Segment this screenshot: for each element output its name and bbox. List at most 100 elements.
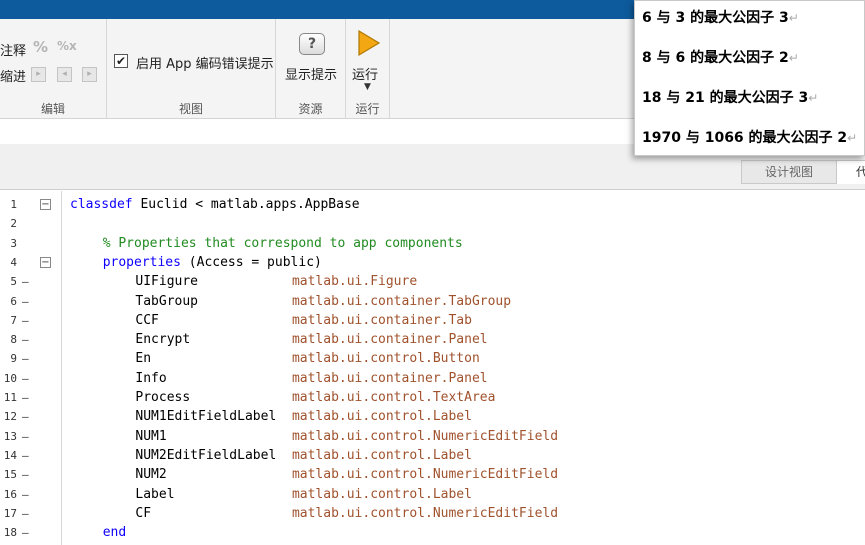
code-token: classdef bbox=[70, 197, 133, 212]
code-token: NUM1 bbox=[135, 428, 292, 444]
code-token: NUM2 bbox=[135, 467, 292, 483]
line-number: 17 bbox=[3, 506, 17, 520]
code-line[interactable]: 18– end bbox=[0, 523, 865, 542]
code-line[interactable]: 7– CCF matlab.ui.container.Tab bbox=[0, 311, 865, 330]
line-number: 18 bbox=[3, 526, 17, 540]
decrease-indent-icon[interactable]: ◂ bbox=[57, 67, 72, 82]
code-text: NUM1 matlab.ui.control.NumericEditField bbox=[135, 427, 558, 446]
code-line[interactable]: 11– Process matlab.ui.control.TextArea bbox=[0, 388, 865, 407]
output-line: 18 与 21 的最大公因子 3↵ bbox=[642, 90, 819, 106]
code-line[interactable]: 9– En matlab.ui.control.Button bbox=[0, 349, 865, 368]
code-line[interactable]: 14– NUM2EditFieldLabel matlab.ui.control.… bbox=[0, 446, 865, 465]
breakpoint-marker[interactable]: – bbox=[22, 349, 29, 368]
code-text: properties (Access = public) bbox=[103, 253, 322, 272]
chevron-down-icon[interactable]: ▼ bbox=[364, 82, 371, 92]
breakpoint-marker[interactable]: – bbox=[22, 446, 29, 465]
breakpoint-marker[interactable]: – bbox=[22, 523, 29, 542]
edit-section: 注释 % %x 缩进 ▸ ◂ ▸ 编辑 bbox=[0, 19, 107, 119]
code-text: NUM1EditFieldLabel matlab.ui.control.Lab… bbox=[135, 407, 472, 426]
show-hints-button[interactable]: ? 显示提示 bbox=[283, 27, 339, 93]
code-text: CF matlab.ui.control.NumericEditField bbox=[135, 504, 558, 523]
breakpoint-marker[interactable]: – bbox=[22, 407, 29, 426]
code-token: % Properties that correspond to app comp… bbox=[102, 235, 463, 251]
code-token: CF bbox=[135, 505, 292, 521]
fold-collapse-icon[interactable]: − bbox=[40, 256, 51, 268]
increase-indent-icon[interactable]: ▸ bbox=[82, 67, 97, 82]
code-line[interactable]: 1 − classdef Euclid < matlab.apps.AppBase bbox=[0, 195, 865, 214]
code-editor[interactable]: 1 − classdef Euclid < matlab.apps.AppBase 2… bbox=[0, 191, 865, 545]
comment-label[interactable]: 注释 bbox=[0, 40, 26, 59]
line-number: 13 bbox=[3, 429, 17, 443]
fold-collapse-icon[interactable]: − bbox=[40, 199, 51, 210]
line-number: 5 bbox=[10, 275, 17, 289]
code-line[interactable]: 16– Label matlab.ui.control.Label bbox=[0, 485, 865, 504]
code-token: NUM1EditFieldLabel bbox=[135, 409, 292, 425]
resources-section-label: 资源 bbox=[298, 102, 323, 116]
breakpoint-marker[interactable]: – bbox=[22, 369, 29, 388]
code-line[interactable]: 17– CF matlab.ui.control.NumericEditField bbox=[0, 504, 865, 523]
indent-label[interactable]: 缩进 bbox=[0, 66, 26, 85]
comment-percent-icon[interactable]: % bbox=[33, 38, 48, 56]
breakpoint-marker[interactable]: – bbox=[22, 504, 29, 523]
line-number: 3 bbox=[10, 236, 17, 250]
output-line: 8 与 6 的最大公因子 2↵ bbox=[642, 50, 799, 66]
line-number: 12 bbox=[3, 410, 17, 424]
breakpoint-marker[interactable]: – bbox=[22, 485, 29, 504]
breakpoint-marker[interactable]: – bbox=[22, 272, 29, 291]
code-token: matlab.ui.control.NumericEditField bbox=[291, 428, 559, 444]
enable-app-error-label[interactable]: 启用 App 编码错误提示 bbox=[136, 53, 274, 72]
tab-design-view[interactable]: 设计视图 bbox=[741, 160, 837, 184]
code-text: Label matlab.ui.control.Label bbox=[135, 485, 472, 504]
breakpoint-marker[interactable]: – bbox=[22, 427, 29, 446]
line-number: 11 bbox=[3, 391, 17, 404]
run-play-icon bbox=[358, 29, 381, 57]
line-number: 8 bbox=[10, 333, 17, 347]
code-line[interactable]: 8– Encrypt matlab.ui.container.Panel bbox=[0, 330, 865, 349]
breakpoint-marker[interactable]: – bbox=[22, 292, 29, 311]
code-token: Label bbox=[135, 486, 292, 502]
line-number: 1 bbox=[10, 198, 17, 211]
code-token: matlab.ui.control.TextArea bbox=[291, 390, 496, 405]
code-line[interactable]: 5– UIFigure matlab.ui.Figure bbox=[0, 272, 865, 291]
line-number: 2 bbox=[10, 217, 17, 231]
code-token: Euclid < matlab.apps.AppBase bbox=[132, 197, 360, 212]
code-text: % Properties that correspond to app comp… bbox=[103, 234, 463, 253]
code-line[interactable]: 2 bbox=[0, 214, 865, 233]
tab-code-view[interactable]: 代码视图 bbox=[836, 160, 865, 184]
smart-indent-icon[interactable]: ▸ bbox=[31, 67, 46, 82]
code-token: matlab.ui.Figure bbox=[291, 274, 418, 290]
breakpoint-marker[interactable]: – bbox=[22, 465, 29, 484]
line-number: 7 bbox=[10, 313, 17, 327]
code-text: Info matlab.ui.container.Panel bbox=[135, 369, 487, 388]
run-section-label: 运行 bbox=[355, 102, 380, 116]
code-token: matlab.ui.control.Label bbox=[291, 409, 472, 425]
show-hints-label: 显示提示 bbox=[285, 68, 338, 83]
line-number: 14 bbox=[3, 448, 17, 462]
output-line: 6 与 3 的最大公因子 3↵ bbox=[642, 10, 799, 26]
breakpoint-marker[interactable]: – bbox=[22, 388, 29, 407]
code-token: matlab.ui.control.NumericEditField bbox=[291, 467, 559, 483]
code-token: matlab.ui.container.Panel bbox=[291, 332, 488, 348]
run-label: 运行 bbox=[352, 68, 379, 83]
code-line[interactable]: 12– NUM1EditFieldLabel matlab.ui.control.… bbox=[0, 407, 865, 426]
code-line[interactable]: 15– NUM2 matlab.ui.control.NumericEditFie… bbox=[0, 465, 865, 484]
breakpoint-marker[interactable]: – bbox=[22, 330, 29, 349]
code-line[interactable]: 3 % Properties that correspond to app com… bbox=[0, 234, 865, 253]
code-token: UIFigure bbox=[135, 274, 292, 290]
code-line[interactable]: 10– Info matlab.ui.container.Panel bbox=[0, 369, 865, 388]
code-token: Info bbox=[135, 370, 292, 386]
breakpoint-marker[interactable]: – bbox=[22, 311, 29, 330]
code-text: CCF matlab.ui.container.Tab bbox=[135, 311, 472, 330]
enable-app-error-checkbox[interactable]: ✔ bbox=[114, 54, 128, 68]
run-button[interactable]: 运行 ▼ bbox=[350, 27, 386, 97]
code-token: matlab.ui.control.Label bbox=[291, 447, 472, 463]
code-token: matlab.ui.container.Tab bbox=[291, 312, 472, 328]
code-line[interactable]: 13– NUM1 matlab.ui.control.NumericEditFie… bbox=[0, 427, 865, 446]
code-line[interactable]: 6– TabGroup matlab.ui.container.TabGroup bbox=[0, 292, 865, 311]
code-line[interactable]: 4 − properties (Access = public) bbox=[0, 253, 865, 272]
code-text: En matlab.ui.control.Button bbox=[135, 349, 479, 368]
code-token: Process bbox=[135, 390, 292, 405]
code-text: end bbox=[103, 523, 126, 542]
uncomment-icon[interactable]: %x bbox=[57, 39, 77, 53]
code-token: NUM2EditFieldLabel bbox=[135, 447, 292, 463]
